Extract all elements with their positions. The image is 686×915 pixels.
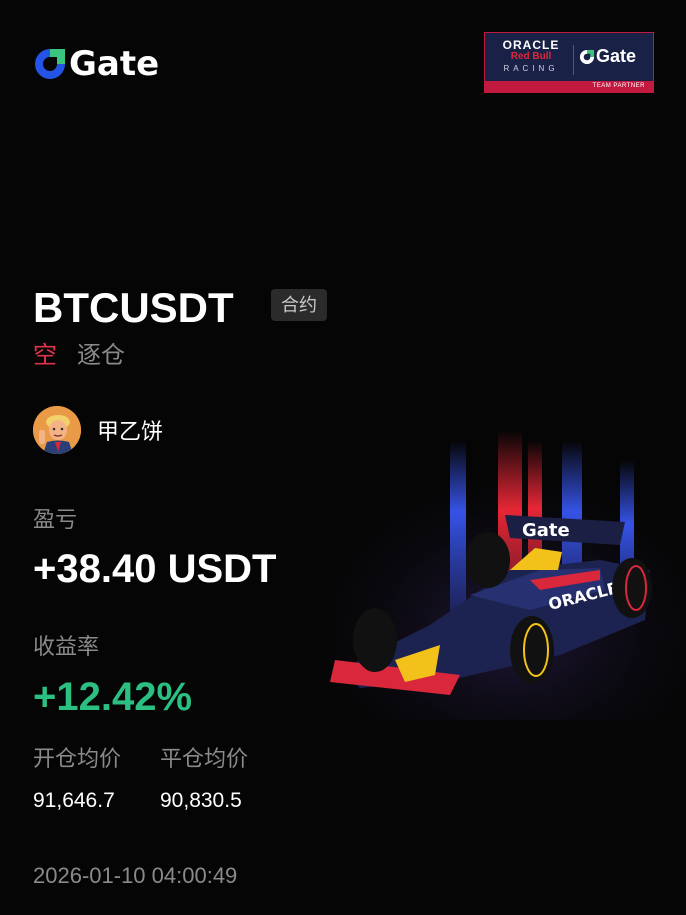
partner-badge: ORACLE Red Bull RACING Gate TEAM PARTNER [484, 32, 654, 93]
partner-gate-logo: Gate [579, 46, 636, 67]
position-direction: 空 [33, 342, 57, 369]
close-price-value: 90,830.5 [160, 789, 242, 812]
partner-line1: ORACLE [502, 38, 560, 52]
pnl-value: +38.40 USDT [33, 547, 277, 591]
contract-tag: 合约 [271, 289, 327, 321]
partner-team-logo: ORACLE Red Bull RACING [493, 39, 569, 75]
gate-small-icon [579, 49, 595, 64]
f1-car-illustration: Gate ORACLE [300, 420, 686, 720]
gate-logo: Gate [33, 46, 159, 82]
open-price-value: 91,646.7 [33, 789, 115, 812]
partner-divider [573, 45, 574, 75]
margin-mode: 逐仓 [77, 342, 125, 369]
partner-line3: RACING [503, 64, 559, 73]
avatar [33, 406, 81, 454]
partner-line2: Red Bull [510, 51, 552, 62]
avatar-portrait-icon [33, 406, 81, 454]
close-price-label: 平仓均价 [160, 746, 249, 771]
open-price-label: 开仓均价 [33, 746, 122, 771]
trading-symbol: BTCUSDT [33, 284, 234, 331]
svg-text:Gate: Gate [522, 520, 570, 541]
roi-label: 收益率 [33, 634, 100, 659]
timestamp: 2026-01-10 04:00:49 [33, 863, 238, 888]
gate-logo-icon [35, 49, 65, 79]
brand-name: Gate [69, 44, 160, 84]
pnl-label: 盈亏 [33, 507, 78, 532]
roi-value: +12.42% [33, 675, 193, 719]
partner-brand: Gate [596, 46, 637, 66]
username: 甲乙饼 [97, 419, 164, 444]
partner-footer: TEAM PARTNER [485, 81, 653, 92]
